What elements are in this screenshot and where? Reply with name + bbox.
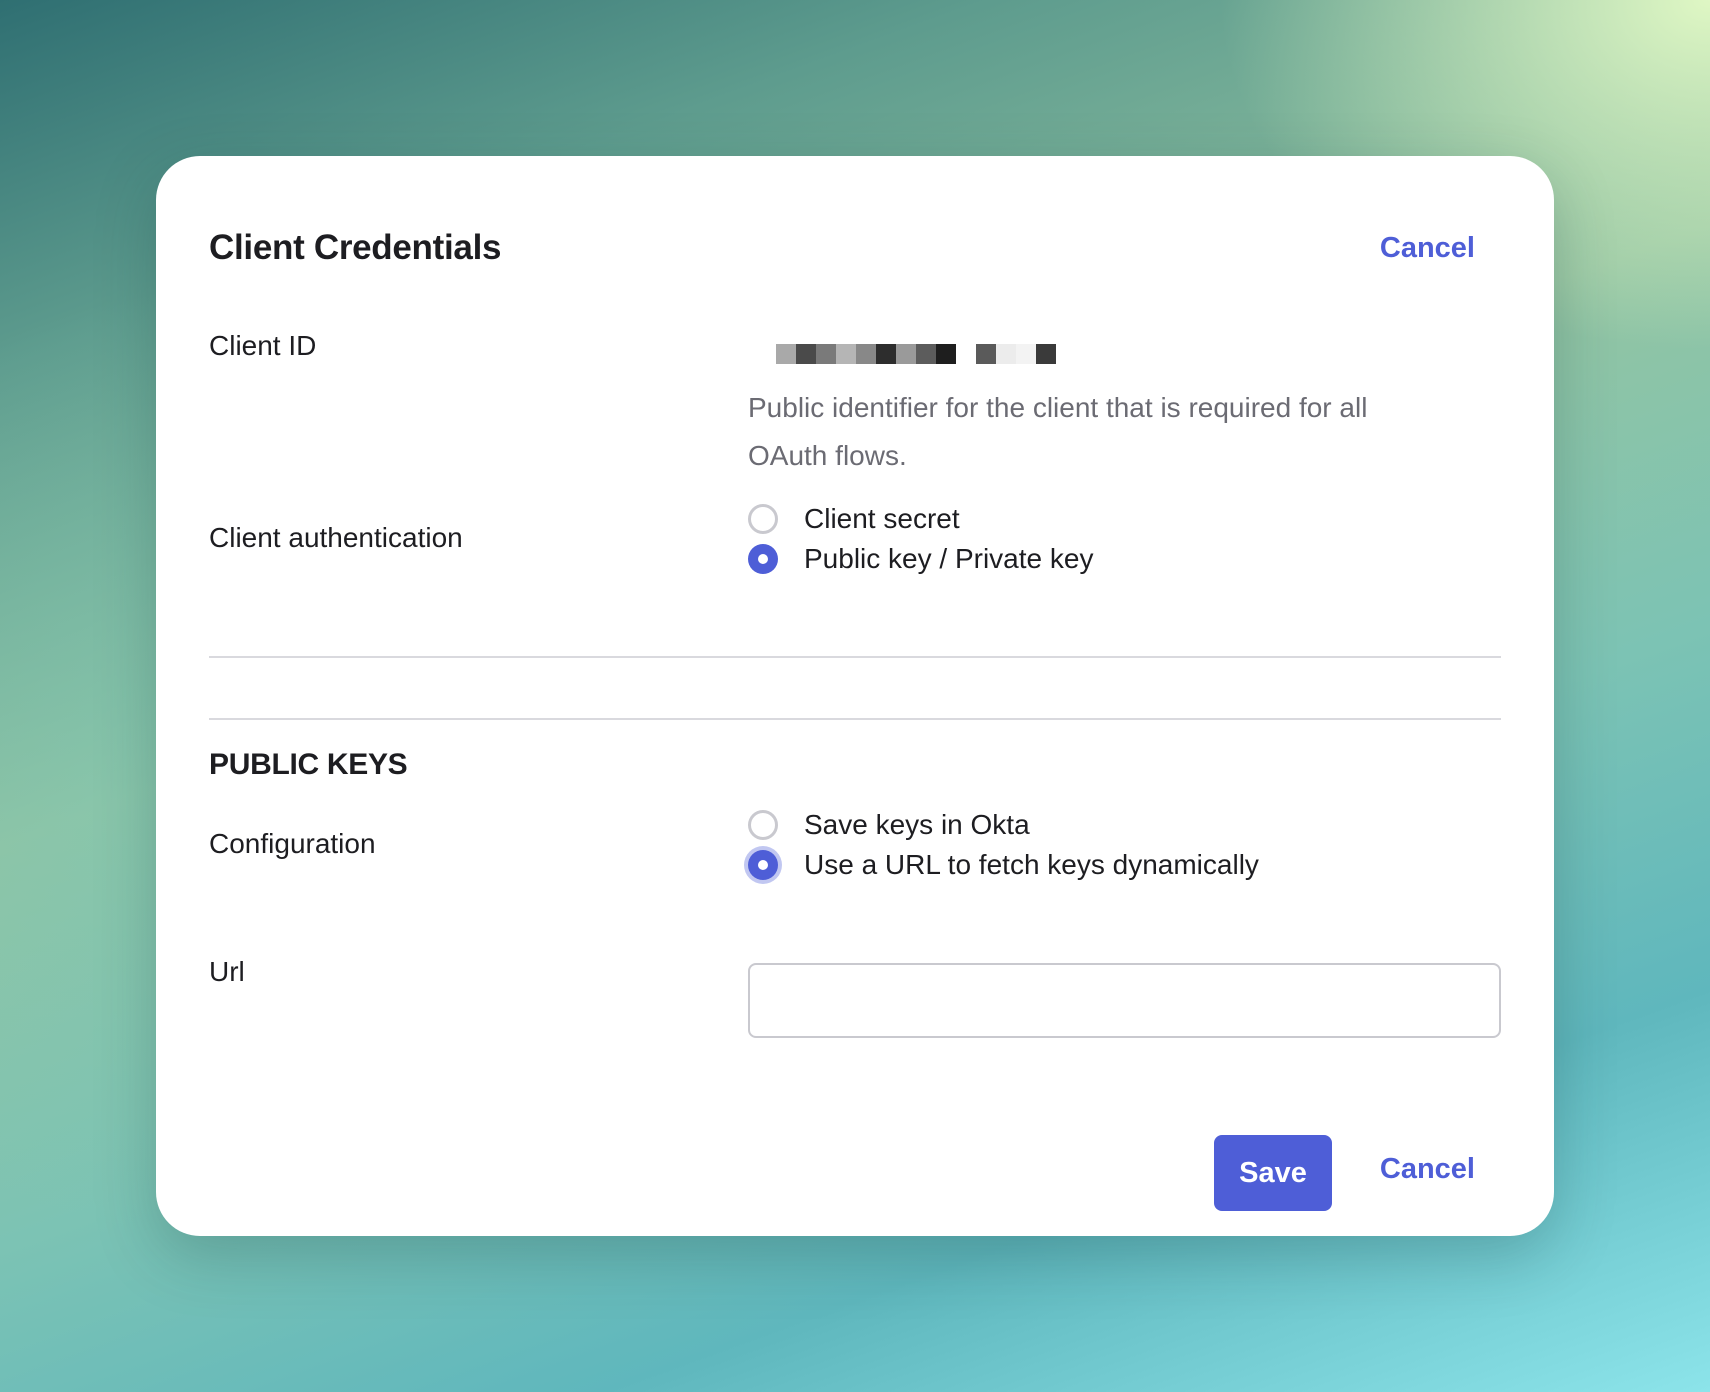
client-id-help-text: Public identifier for the client that is… — [748, 392, 1368, 471]
client-authentication-label: Client authentication — [209, 522, 463, 553]
radio-option-save-keys-in-okta[interactable]: Save keys in Okta — [748, 805, 1259, 845]
radio-option-label: Client secret — [804, 503, 960, 534]
client-id-label: Client ID — [209, 330, 317, 361]
section-divider — [209, 656, 1501, 658]
url-label: Url — [209, 956, 245, 987]
radio-button[interactable] — [748, 810, 778, 840]
radio-button[interactable] — [748, 504, 778, 534]
client-credentials-dialog: Client Credentials Cancel Client ID Publ… — [156, 156, 1554, 1236]
radio-option-use-url[interactable]: Use a URL to fetch keys dynamically — [748, 845, 1259, 885]
client-authentication-radio-group: Client secret Public key / Private key — [748, 499, 1093, 579]
cancel-link-top[interactable]: Cancel — [1380, 232, 1475, 265]
radio-button-checked[interactable] — [748, 850, 778, 880]
cancel-link-bottom[interactable]: Cancel — [1380, 1153, 1475, 1186]
url-input[interactable] — [748, 963, 1501, 1038]
configuration-radio-group: Save keys in Okta Use a URL to fetch key… — [748, 805, 1259, 885]
radio-option-label: Use a URL to fetch keys dynamically — [804, 849, 1259, 880]
radio-option-label: Save keys in Okta — [804, 809, 1030, 840]
section-divider — [209, 718, 1501, 720]
client-id-value-redacted — [776, 344, 1056, 364]
radio-button-checked[interactable] — [748, 544, 778, 574]
radio-option-label: Public key / Private key — [804, 543, 1094, 574]
configuration-label: Configuration — [209, 828, 376, 859]
radio-option-client-secret[interactable]: Client secret — [748, 499, 1093, 539]
public-keys-section-title: PUBLIC KEYS — [209, 748, 408, 781]
save-button[interactable]: Save — [1214, 1135, 1332, 1211]
dialog-title: Client Credentials — [209, 228, 502, 267]
radio-option-public-private-key[interactable]: Public key / Private key — [748, 539, 1093, 579]
